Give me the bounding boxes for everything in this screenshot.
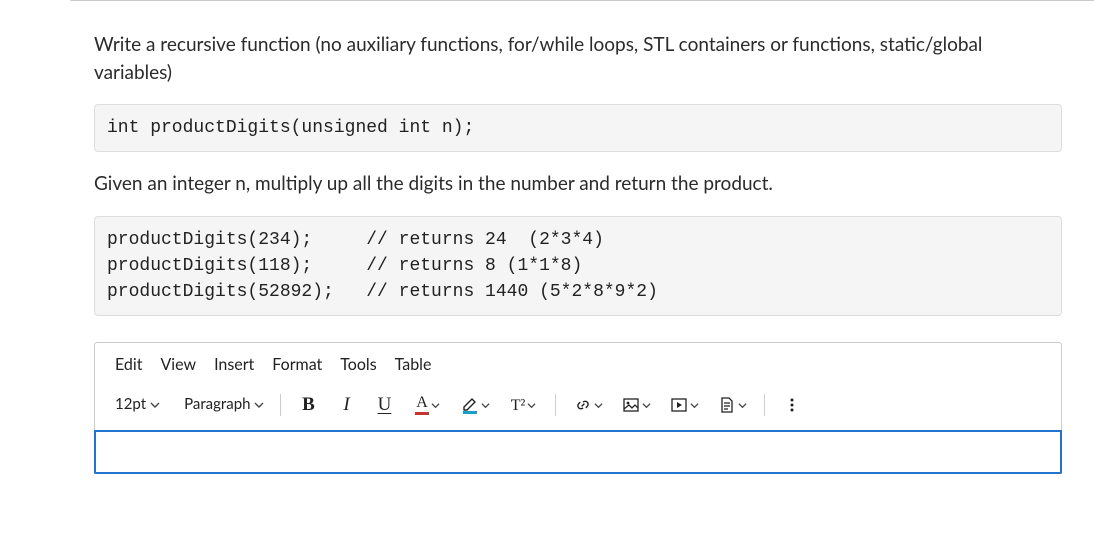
question-explanation: Given an integer n, multiply up all the … bbox=[94, 170, 1062, 198]
chevron-down-icon bbox=[594, 401, 603, 410]
text-color-button[interactable]: A bbox=[405, 390, 449, 420]
insert-link-button[interactable] bbox=[566, 390, 610, 420]
chevron-down-icon bbox=[527, 401, 536, 410]
rich-text-editor: Edit View Insert Format Tools Table 12pt… bbox=[94, 342, 1062, 474]
insert-image-button[interactable] bbox=[614, 390, 658, 420]
italic-glyph: I bbox=[343, 391, 349, 419]
highlight-color-button[interactable] bbox=[453, 390, 497, 420]
chevron-down-icon bbox=[254, 400, 264, 410]
toolbar-divider bbox=[555, 394, 556, 416]
kebab-icon bbox=[784, 397, 800, 413]
font-size-dropdown[interactable]: 12pt bbox=[109, 390, 166, 420]
chevron-down-icon bbox=[738, 401, 747, 410]
editor-menu-bar: Edit View Insert Format Tools Table bbox=[95, 343, 1061, 386]
document-icon bbox=[718, 396, 736, 414]
menu-tools[interactable]: Tools bbox=[340, 353, 376, 376]
chevron-down-icon bbox=[431, 401, 440, 410]
chevron-down-icon bbox=[481, 401, 490, 410]
menu-table[interactable]: Table bbox=[395, 353, 432, 376]
highlighter-icon bbox=[461, 395, 479, 415]
font-size-label: 12pt bbox=[115, 394, 146, 416]
chevron-down-icon bbox=[690, 401, 699, 410]
bold-glyph: B bbox=[302, 391, 315, 419]
editor-toolbar: 12pt Paragraph B I U bbox=[95, 386, 1061, 430]
question-intro: Write a recursive function (no auxiliary… bbox=[94, 31, 1062, 86]
media-icon bbox=[670, 396, 688, 414]
block-format-label: Paragraph bbox=[184, 394, 250, 416]
underline-button[interactable]: U bbox=[367, 390, 401, 420]
bold-button[interactable]: B bbox=[291, 390, 325, 420]
chevron-down-icon bbox=[642, 401, 651, 410]
underline-glyph: U bbox=[378, 391, 392, 419]
chevron-down-icon bbox=[150, 400, 160, 410]
more-tools-button[interactable] bbox=[775, 390, 809, 420]
link-icon bbox=[574, 396, 592, 414]
menu-edit[interactable]: Edit bbox=[115, 353, 142, 376]
signature-code-block: int productDigits(unsigned int n); bbox=[94, 104, 1062, 152]
insert-document-button[interactable] bbox=[710, 390, 754, 420]
image-icon bbox=[622, 396, 640, 414]
toolbar-divider bbox=[764, 394, 765, 416]
superscript-button[interactable]: T² bbox=[501, 390, 545, 420]
text-color-icon: A bbox=[415, 395, 429, 415]
superscript-icon: T² bbox=[511, 394, 526, 417]
menu-format[interactable]: Format bbox=[272, 353, 322, 376]
block-format-dropdown[interactable]: Paragraph bbox=[178, 390, 270, 420]
insert-media-button[interactable] bbox=[662, 390, 706, 420]
toolbar-divider bbox=[280, 394, 281, 416]
italic-button[interactable]: I bbox=[329, 390, 363, 420]
menu-view[interactable]: View bbox=[160, 353, 196, 376]
editor-content-area[interactable] bbox=[94, 430, 1062, 474]
menu-insert[interactable]: Insert bbox=[214, 353, 254, 376]
examples-code-block: productDigits(234); // returns 24 (2*3*4… bbox=[94, 216, 1062, 316]
